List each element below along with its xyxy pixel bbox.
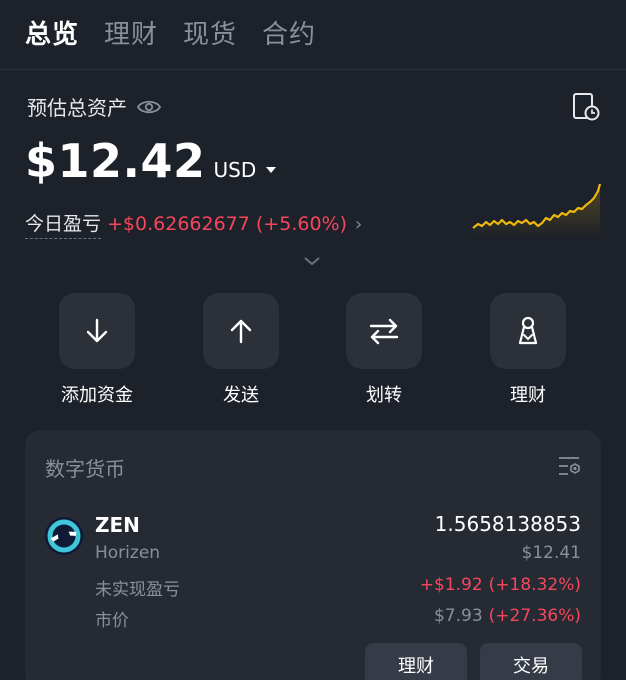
action-add-funds[interactable]: 添加资金	[42, 293, 152, 407]
tab-overview[interactable]: 总览	[25, 14, 79, 51]
balance-sparkline	[472, 183, 602, 238]
transfer-icon	[369, 318, 399, 345]
filter-settings-icon[interactable]	[557, 454, 581, 478]
header-divider	[0, 69, 626, 70]
market-price-label: 市价	[95, 611, 129, 631]
estimated-assets-header: 预估总资产	[27, 92, 161, 121]
coin-quantity: 1.5658138853	[434, 512, 581, 536]
daily-pnl-value: +$0.62662677 (+5.60%)	[107, 213, 348, 235]
currency-selector[interactable]: USD	[214, 158, 257, 182]
balance-row: $12.42 USD	[25, 134, 277, 188]
earn-button[interactable]	[490, 293, 566, 369]
zen-coin-icon	[45, 517, 83, 555]
balance-amount: $12.42	[25, 134, 206, 188]
arrow-down-icon	[86, 318, 108, 343]
market-price-value: $7.93 (+27.36%)	[434, 606, 581, 626]
coin-value: $12.41	[521, 543, 581, 563]
coin-trade-button[interactable]: 交易	[480, 643, 582, 680]
action-transfer[interactable]: 划转	[329, 293, 439, 407]
chevron-right-icon: ›	[355, 213, 363, 235]
coin-symbol: ZEN	[95, 513, 140, 537]
arrow-up-icon	[230, 319, 252, 344]
asset-history-icon[interactable]	[572, 92, 600, 122]
daily-pnl-label: 今日盈亏	[25, 209, 102, 239]
coin-earn-button[interactable]: 理财	[365, 643, 467, 680]
transfer-label: 划转	[366, 385, 402, 406]
tab-futures[interactable]: 合约	[262, 14, 316, 51]
coin-name: Horizen	[95, 543, 161, 563]
tab-spot[interactable]: 现货	[183, 14, 237, 51]
market-price-change: (+27.36%)	[488, 606, 581, 626]
market-price: $7.93	[433, 606, 483, 626]
top-tabs: 总览 理财 现货 合约	[25, 14, 316, 51]
eye-icon[interactable]	[137, 99, 161, 115]
unrealized-pnl-amount: +$1.92	[419, 575, 483, 595]
crypto-card: 数字货币 ZEN Horizen 1.5658138853 $12.41 未实现…	[25, 430, 601, 680]
add-funds-label: 添加资金	[61, 385, 133, 406]
estimated-assets-label: 预估总资产	[27, 96, 127, 120]
send-label: 发送	[223, 385, 259, 406]
caret-down-icon[interactable]	[266, 167, 277, 173]
action-send[interactable]: 发送	[186, 293, 296, 407]
tab-earn[interactable]: 理财	[104, 14, 158, 51]
unrealized-pnl-label: 未实现盈亏	[95, 580, 180, 600]
action-earn[interactable]: 理财	[473, 293, 583, 407]
unrealized-pnl-value: +$1.92 (+18.32%)	[420, 575, 581, 595]
earn-icon	[518, 316, 538, 345]
transfer-button[interactable]	[346, 293, 422, 369]
earn-label: 理财	[510, 385, 546, 406]
chevron-down-icon[interactable]	[303, 255, 321, 267]
send-button[interactable]	[203, 293, 279, 369]
add-funds-button[interactable]	[59, 293, 135, 369]
unrealized-pnl-percent: (+18.32%)	[488, 575, 581, 595]
daily-pnl[interactable]: 今日盈亏 +$0.62662677 (+5.60%) ›	[25, 209, 362, 239]
crypto-section-title: 数字货币	[45, 457, 125, 481]
